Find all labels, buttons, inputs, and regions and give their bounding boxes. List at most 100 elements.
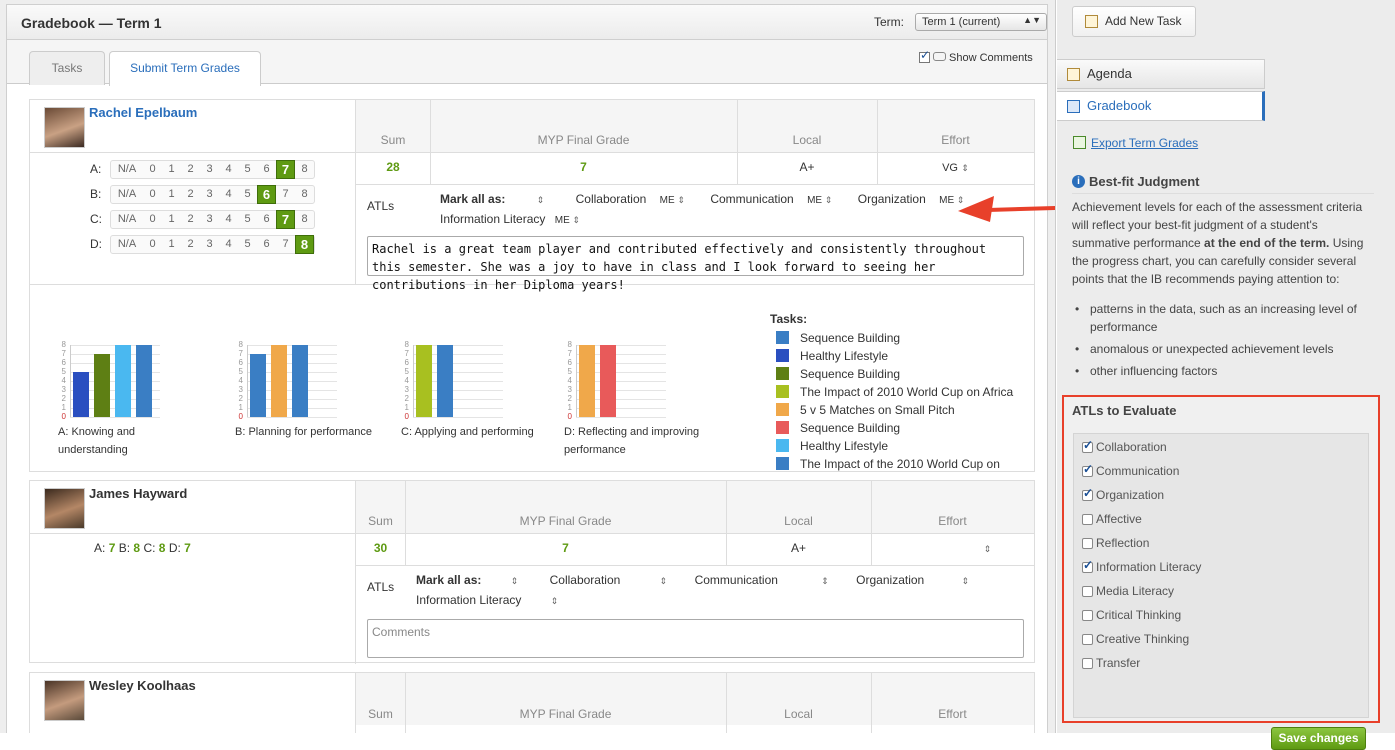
grade-option[interactable]: 1 (162, 161, 181, 178)
grade-option[interactable]: 3 (200, 236, 219, 253)
add-new-task-button[interactable]: Add New Task (1072, 6, 1196, 37)
show-comments-checkbox[interactable] (919, 48, 930, 63)
grade-option[interactable]: 8 (295, 235, 314, 254)
checkbox[interactable] (1082, 610, 1093, 621)
atl-checkbox-label: Reflection (1096, 536, 1150, 550)
grade-option[interactable]: 7 (276, 186, 295, 203)
y-tick-label: 1 (238, 403, 243, 412)
y-tick-label: 2 (238, 394, 243, 403)
atl-checkbox-item[interactable]: Affective (1082, 512, 1142, 526)
atl-checkbox-item[interactable]: Transfer (1082, 656, 1140, 670)
checkbox[interactable] (1082, 438, 1093, 453)
grade-option[interactable]: 3 (200, 186, 219, 203)
grade-option[interactable]: 7 (276, 210, 295, 229)
best-fit-judgment-heading: i Best-fit Judgment (1072, 174, 1374, 194)
grade-option-na[interactable]: N/A (111, 161, 143, 178)
checkbox[interactable] (1082, 514, 1093, 525)
export-term-grades-link[interactable]: Export Term Grades (1073, 136, 1198, 150)
grade-option[interactable]: 6 (257, 185, 276, 204)
legend-item: Sequence Building (770, 365, 1013, 383)
atl-organization-select[interactable]: ⇕ (962, 576, 970, 586)
grade-option[interactable]: 6 (257, 236, 276, 253)
checkbox[interactable] (1082, 462, 1093, 477)
checkbox[interactable] (1082, 486, 1093, 501)
tab-tasks[interactable]: Tasks (29, 51, 105, 85)
comment-textarea[interactable]: Rachel is a great team player and contri… (367, 236, 1024, 292)
atl-information-literacy-select[interactable]: ME ⇕ (555, 215, 580, 226)
atl-checkbox-item[interactable]: Information Literacy (1082, 558, 1201, 574)
grade-option-na[interactable]: N/A (111, 211, 143, 228)
local-grade-select[interactable]: A+ (726, 541, 871, 555)
plot-area (247, 345, 337, 417)
grade-option[interactable]: 6 (257, 211, 276, 228)
grade-option[interactable]: 4 (219, 161, 238, 178)
gridline (70, 417, 160, 418)
grade-option[interactable]: 7 (276, 236, 295, 253)
effort-select[interactable]: VG ⇕ (877, 160, 1034, 174)
atl-checkbox-item[interactable]: Communication (1082, 462, 1179, 478)
effort-select[interactable]: ⇕ (871, 541, 1034, 555)
y-tick-label: 3 (61, 385, 66, 394)
atl-communication-select[interactable]: ME ⇕ (807, 195, 832, 206)
atl-collaboration-select[interactable]: ME ⇕ (660, 195, 685, 206)
checkbox[interactable] (1082, 634, 1093, 645)
mark-all-select[interactable]: ⇕ (537, 195, 545, 205)
grade-option[interactable]: 3 (200, 211, 219, 228)
grade-option[interactable]: 2 (181, 186, 200, 203)
student-name[interactable]: James Hayward (89, 486, 187, 501)
atl-checkbox-item[interactable]: Reflection (1082, 536, 1149, 550)
grade-option[interactable]: 1 (162, 211, 181, 228)
col-effort: Effort (941, 133, 970, 147)
nav-gradebook[interactable]: Gradebook (1057, 91, 1265, 121)
atl-information-literacy-label: Information Literacy (440, 212, 546, 226)
atl-information-literacy-select[interactable]: ⇕ (551, 596, 559, 606)
mark-all-select[interactable]: ⇕ (511, 576, 519, 586)
grade-option[interactable]: 0 (143, 211, 162, 228)
checkbox[interactable] (1082, 658, 1093, 669)
grade-option[interactable]: 5 (238, 186, 257, 203)
grade-option[interactable]: 6 (257, 161, 276, 178)
col-myp-final-grade: MYP Final Grade (537, 133, 630, 147)
local-grade-select[interactable]: A+ (737, 160, 877, 174)
comment-textarea[interactable]: Comments (367, 619, 1024, 658)
nav-agenda[interactable]: Agenda (1057, 59, 1265, 89)
grade-option[interactable]: 2 (181, 161, 200, 178)
term-select[interactable]: Term 1 (current) ▲▼ (915, 13, 1047, 31)
save-changes-button[interactable]: Save changes (1271, 727, 1366, 750)
atl-checkbox-item[interactable]: Organization (1082, 486, 1164, 502)
grade-option[interactable]: 0 (143, 236, 162, 253)
grade-option[interactable]: 4 (219, 211, 238, 228)
tab-submit-term-grades[interactable]: Submit Term Grades (109, 51, 261, 86)
grade-option[interactable]: 8 (295, 186, 314, 203)
grade-option-na[interactable]: N/A (111, 236, 143, 253)
grade-option[interactable]: 1 (162, 236, 181, 253)
grade-option[interactable]: 2 (181, 211, 200, 228)
grade-option[interactable]: 8 (295, 211, 314, 228)
checkbox[interactable] (1082, 558, 1093, 573)
student-name[interactable]: Rachel Epelbaum (89, 105, 197, 120)
checkbox[interactable] (1082, 586, 1093, 597)
grade-option[interactable]: 8 (295, 161, 314, 178)
grade-option[interactable]: 5 (238, 211, 257, 228)
atl-checkbox-item[interactable]: Critical Thinking (1082, 608, 1181, 622)
show-comments-toggle[interactable]: Show Comments (919, 48, 1033, 64)
grade-option[interactable]: 2 (181, 236, 200, 253)
grade-option[interactable]: 3 (200, 161, 219, 178)
grade-option[interactable]: 0 (143, 161, 162, 178)
atl-checkbox-item[interactable]: Media Literacy (1082, 584, 1174, 598)
atl-checkbox-item[interactable]: Collaboration (1082, 438, 1167, 454)
grade-option[interactable]: 5 (238, 161, 257, 178)
student-name[interactable]: Wesley Koolhaas (89, 678, 196, 693)
grade-option[interactable]: 0 (143, 186, 162, 203)
grade-option-na[interactable]: N/A (111, 186, 143, 203)
legend-swatch (776, 457, 789, 470)
grade-option[interactable]: 5 (238, 236, 257, 253)
grade-option[interactable]: 4 (219, 186, 238, 203)
atl-communication-select[interactable]: ⇕ (821, 576, 829, 586)
atl-checkbox-item[interactable]: Creative Thinking (1082, 632, 1189, 646)
grade-option[interactable]: 4 (219, 236, 238, 253)
grade-option[interactable]: 7 (276, 160, 295, 179)
grade-option[interactable]: 1 (162, 186, 181, 203)
checkbox[interactable] (1082, 538, 1093, 549)
atl-collaboration-select[interactable]: ⇕ (660, 576, 668, 586)
